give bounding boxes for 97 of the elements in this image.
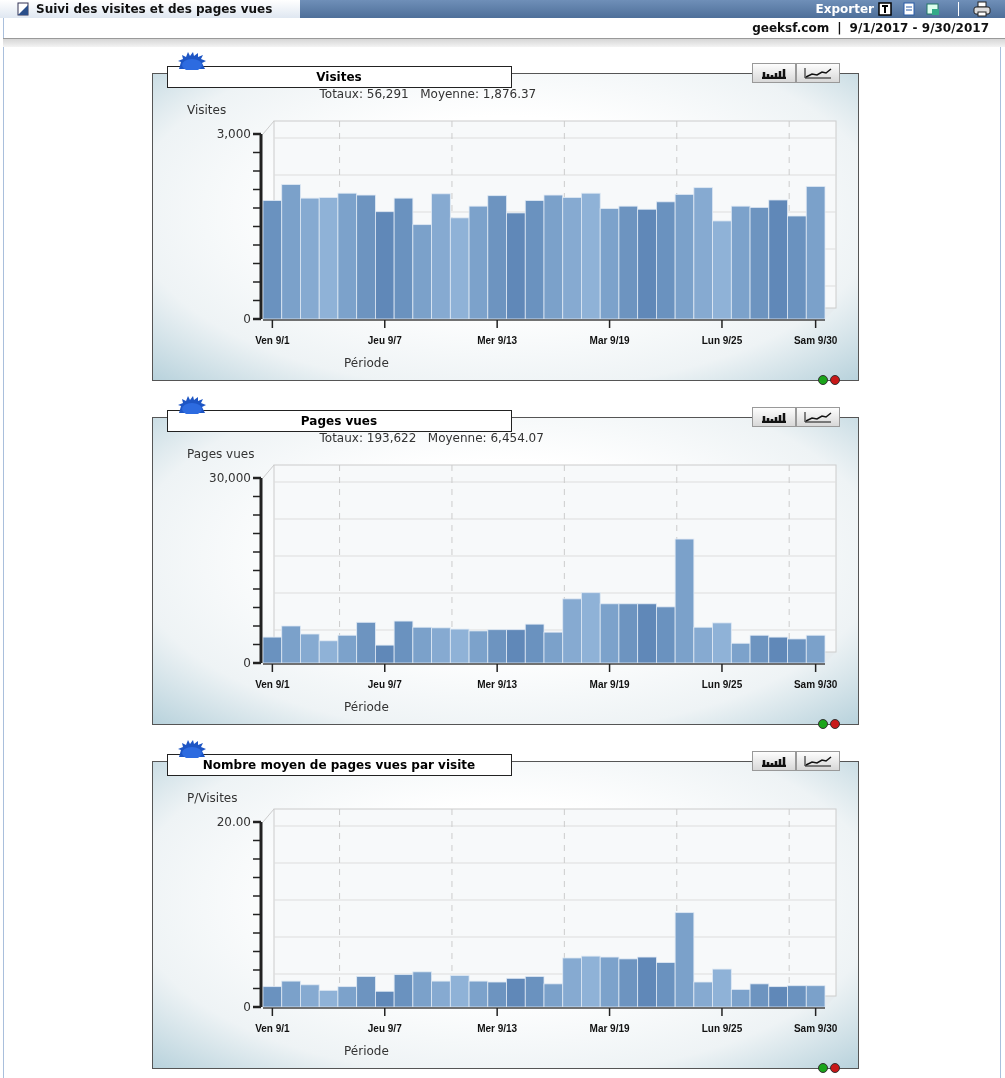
- bar: [280, 625, 301, 664]
- summary-text: Totaux: 193,622 Moyenne: 6,454.07: [319, 432, 545, 444]
- tick-label: Sam 9/30: [793, 1023, 837, 1034]
- summary-text: Totaux: 56,291 Moyenne: 1,876.37: [319, 88, 538, 100]
- tick-label: Ven 9/1: [254, 1023, 290, 1034]
- tick-label: Mer 9/13: [476, 335, 517, 346]
- axis-title: Période: [343, 356, 389, 370]
- bar: [449, 975, 469, 1008]
- bar: [599, 603, 619, 664]
- tick-label: 0: [242, 1000, 251, 1014]
- tick-label: Jeu 9/7: [367, 679, 402, 690]
- bar: [449, 628, 469, 664]
- tick-label: Mar 9/19: [589, 679, 630, 690]
- tick-label: Sam 9/30: [793, 679, 837, 690]
- tick-label: Mer 9/13: [476, 1023, 517, 1034]
- tab-title: Suivi des visites et des pages vues: [36, 2, 273, 16]
- bar: [262, 636, 282, 664]
- export-label: Exporter: [815, 2, 874, 16]
- tick-label: 30,000: [208, 471, 251, 485]
- bar: [636, 956, 657, 1008]
- tick-label: Jeu 9/7: [367, 335, 402, 346]
- tick-label: 3,000: [216, 127, 251, 141]
- site-name: geeksf.com: [752, 21, 830, 35]
- tick-label: Sam 9/30: [793, 335, 837, 346]
- bar: [618, 603, 638, 664]
- status-dot-icon: [829, 719, 840, 729]
- tick-label: Jeu 9/7: [367, 1023, 402, 1034]
- line-chart-icon: [802, 411, 833, 423]
- bar: [580, 592, 601, 664]
- tick-label: Mar 9/19: [589, 1023, 630, 1034]
- status-dot-icon: [829, 375, 840, 385]
- report-icon: [16, 2, 30, 16]
- separator: |: [837, 21, 842, 35]
- axis-title: Période: [343, 1044, 389, 1058]
- axis-title: Pages vues: [186, 447, 254, 461]
- bar: [618, 958, 638, 1008]
- bar: [411, 971, 432, 1008]
- axis-title: Période: [343, 700, 389, 714]
- bar: [805, 634, 825, 664]
- tick-label: 20.00: [216, 815, 251, 829]
- chart-title: Pages vues: [166, 410, 512, 432]
- status-dot-icon: [829, 1063, 840, 1073]
- bar: [767, 986, 788, 1008]
- line-chart-icon: [802, 755, 833, 767]
- tick-label: Mar 9/19: [589, 335, 630, 346]
- bar: [430, 980, 451, 1008]
- bar-chart-button[interactable]: [751, 751, 796, 771]
- tick-label: Mer 9/13: [476, 679, 517, 690]
- axis-title: Visites: [186, 103, 226, 117]
- line-chart-button[interactable]: [795, 407, 840, 427]
- bar: [524, 623, 544, 664]
- status-dot-icon: [817, 375, 828, 385]
- bar: [299, 633, 320, 664]
- bar: [505, 629, 526, 664]
- line-chart-button[interactable]: [795, 63, 840, 83]
- axis-title: P/Visites: [186, 791, 237, 805]
- tick-label: Ven 9/1: [254, 335, 290, 346]
- bar-chart-button[interactable]: [751, 407, 796, 427]
- bar: [767, 636, 788, 664]
- status-dot-icon: [817, 1063, 828, 1073]
- bar-chart-icon: [759, 67, 788, 79]
- print-icon[interactable]: [973, 1, 991, 17]
- bar: [786, 638, 807, 664]
- bar: [636, 603, 657, 664]
- tick-label: Lun 9/25: [701, 1023, 742, 1034]
- bar: [505, 977, 526, 1008]
- bar: [786, 985, 807, 1008]
- bar: [280, 980, 301, 1008]
- date-range: 9/1/2017 - 9/30/2017: [849, 21, 989, 35]
- bar: [749, 634, 769, 664]
- text-file-icon[interactable]: [878, 2, 892, 16]
- bar: [430, 627, 451, 664]
- chart-title: Nombre moyen de pages vues par visite: [166, 754, 512, 776]
- tick-label: Lun 9/25: [701, 335, 742, 346]
- spreadsheet-icon[interactable]: [926, 2, 940, 16]
- bar: [580, 955, 601, 1008]
- status-dot-icon: [817, 719, 828, 729]
- bar: [468, 630, 488, 664]
- tick-label: 0: [242, 656, 251, 670]
- bar: [599, 956, 619, 1008]
- document-icon[interactable]: [902, 2, 916, 16]
- line-chart-icon: [802, 67, 833, 79]
- bar: [411, 626, 432, 664]
- bar: [486, 629, 507, 664]
- chart-title: Visites: [166, 66, 512, 88]
- bar: [805, 985, 825, 1008]
- bar-chart-icon: [759, 411, 788, 423]
- bar: [749, 983, 769, 1008]
- tick-label: Ven 9/1: [254, 679, 290, 690]
- bar-chart-icon: [759, 755, 788, 767]
- bar: [524, 976, 544, 1008]
- line-chart-button[interactable]: [795, 751, 840, 771]
- tick-label: Lun 9/25: [701, 679, 742, 690]
- bar: [486, 981, 507, 1008]
- bar: [468, 980, 488, 1008]
- bar-chart-button[interactable]: [751, 63, 796, 83]
- tick-label: 0: [242, 312, 251, 326]
